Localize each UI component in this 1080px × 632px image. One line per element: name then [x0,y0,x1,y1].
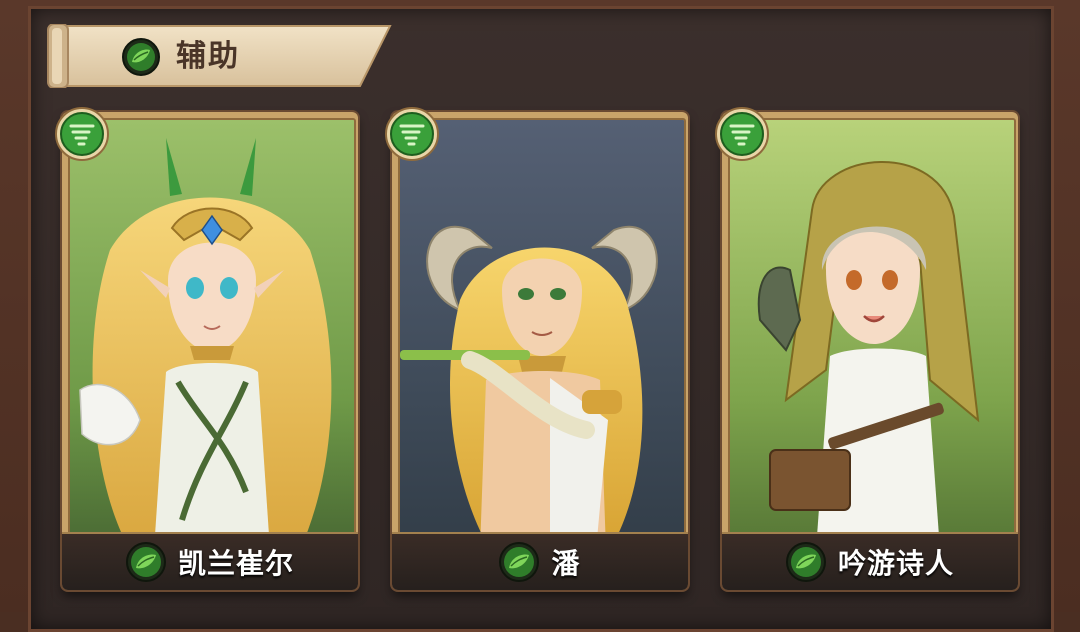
wind-swirl-icon [714,106,770,162]
leaf-support-icon [499,542,540,582]
wind-swirl-icon [384,106,440,162]
section-banner: 辅助 [44,24,392,88]
hooded-bard-portrait [728,118,1016,588]
hero-name: 吟游诗人 [837,547,954,580]
hero-card-kelanceer[interactable]: 凯兰崔尔 [55,107,358,590]
hero-card-pan[interactable]: 潘 [385,107,688,590]
hero-name-plate: 潘 [392,532,688,590]
hero-name: 潘 [551,547,581,580]
wind-swirl-icon [54,106,110,162]
elf-priestess-portrait [68,118,356,588]
leaf-support-icon [125,542,166,582]
satyr-flute-portrait [398,118,686,588]
leaf-support-icon [122,38,160,76]
hero-name: 凯兰崔尔 [177,547,294,580]
hero-name-plate: 吟游诗人 [722,532,1018,590]
section-title: 辅助 [176,39,240,74]
hero-card-bard[interactable]: 吟游诗人 [715,107,1018,590]
leaf-support-icon [785,542,826,582]
hero-name-plate: 凯兰崔尔 [62,532,358,590]
